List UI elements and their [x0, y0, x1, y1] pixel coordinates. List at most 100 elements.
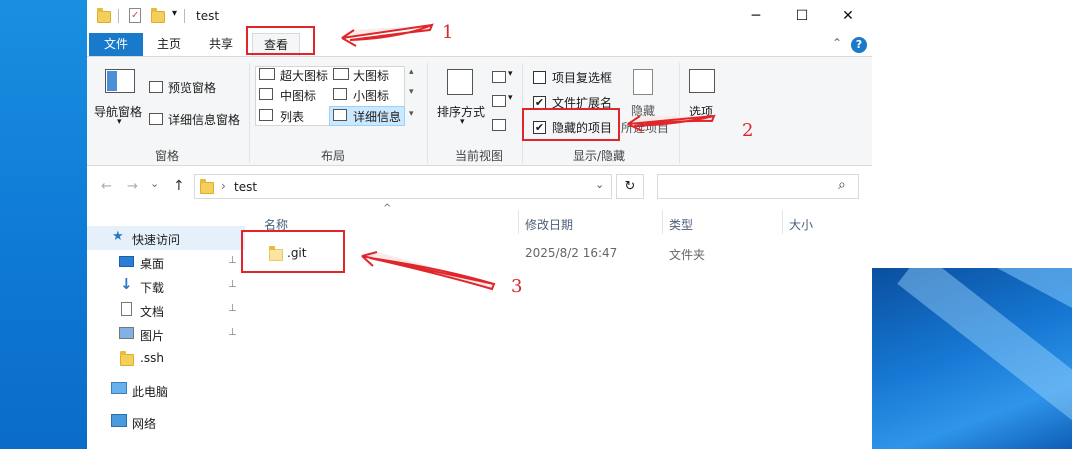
sort-by-button[interactable]: 排序方式 ▾	[433, 69, 493, 133]
options-icon	[689, 69, 715, 93]
add-columns-icon[interactable]	[492, 95, 506, 107]
nav-pane-dropdown-icon: ▾	[117, 117, 122, 127]
nav-item-pictures[interactable]: 图片 ⊥	[87, 322, 245, 346]
title-separator	[184, 9, 185, 23]
details-pane-button[interactable]: 详细信息窗格	[168, 111, 240, 128]
sort-indicator-icon: ^	[383, 203, 392, 214]
tab-share[interactable]: 共享	[203, 33, 239, 56]
item-checkboxes-label: 项目复选框	[552, 71, 613, 85]
help-icon[interactable]: ?	[851, 37, 867, 53]
download-icon: ↓	[120, 275, 133, 293]
forward-button[interactable]: →	[127, 179, 138, 194]
tab-home[interactable]: 主页	[151, 33, 187, 56]
hide-selected-label-bottom[interactable]: 所选项目	[621, 119, 669, 136]
nav-network-label: 网络	[132, 417, 157, 431]
title-bar: ✓ ▾ test ─ ☐ ✕	[87, 0, 872, 32]
small-icons-option[interactable]: 小图标	[353, 87, 389, 104]
nav-item-documents[interactable]: 文档 ⊥	[87, 298, 245, 322]
refresh-button[interactable]: ↻	[616, 174, 644, 199]
navigation-pane: ★ 快速访问 桌面 ⊥ ↓ 下载 ⊥ 文档 ⊥ 图片 ⊥ .ssh 此电脑 网络	[87, 210, 245, 449]
large-icons-icon	[333, 68, 349, 80]
pin-icon: ⊥	[228, 327, 237, 338]
layout-scroll-up-icon[interactable]: ▴	[409, 67, 414, 77]
layout-expand-icon[interactable]: ▾	[409, 109, 414, 119]
tab-file[interactable]: 文件	[89, 33, 143, 56]
nav-network[interactable]: 网络	[87, 410, 245, 434]
details-option[interactable]: 详细信息	[353, 108, 401, 125]
desktop-background-right	[872, 268, 1072, 449]
ribbon-collapse-icon[interactable]: ⌃	[832, 36, 842, 50]
nav-item-downloads[interactable]: ↓ 下载 ⊥	[87, 274, 245, 298]
computer-icon	[111, 382, 127, 394]
close-button[interactable]: ✕	[825, 0, 871, 32]
back-button[interactable]: ←	[101, 179, 112, 194]
column-divider[interactable]	[782, 210, 783, 234]
ribbon-view: 导航窗格 ▾ 预览窗格 详细信息窗格 窗格 超大图标 大图标 中图标 小图标 列…	[87, 56, 872, 166]
desktop-icon	[119, 256, 134, 267]
nav-item-label: 下载	[140, 281, 165, 295]
sort-by-icon	[447, 69, 473, 95]
file-explorer-window: ✓ ▾ test ─ ☐ ✕ 文件 主页 共享 查看 ⌃ ? 导航窗格 ▾ 预览…	[87, 0, 872, 449]
annotation-number-1: 1	[442, 22, 454, 43]
properties-icon[interactable]: ✓	[129, 8, 141, 23]
annotation-box-hidden-items	[522, 108, 620, 141]
file-modified: 2025/8/2 16:47	[525, 246, 618, 260]
medium-icons-icon	[259, 88, 273, 100]
desktop-background-left	[0, 0, 87, 449]
preview-pane-icon	[149, 81, 163, 93]
nav-this-pc[interactable]: 此电脑	[87, 378, 245, 402]
minimize-button[interactable]: ─	[733, 0, 779, 32]
annotation-box-git-folder	[241, 230, 345, 273]
group-by-dropdown-icon[interactable]: ▾	[508, 69, 513, 79]
hide-selected-label-top[interactable]: 隐藏	[631, 102, 655, 119]
preview-pane-button[interactable]: 预览窗格	[168, 79, 216, 96]
list-option[interactable]: 列表	[280, 108, 304, 125]
medium-icons-option[interactable]: 中图标	[280, 87, 316, 104]
recent-locations-button[interactable]: ⌄	[150, 177, 159, 190]
list-icon	[259, 109, 273, 121]
star-icon: ★	[112, 229, 124, 244]
search-input[interactable]: ⌕	[657, 174, 859, 199]
address-path-segment[interactable]: test	[234, 180, 257, 194]
pin-icon: ⊥	[228, 279, 237, 290]
size-columns-icon[interactable]	[492, 119, 506, 131]
nav-item-label: 桌面	[140, 257, 165, 271]
details-pane-icon	[149, 113, 163, 125]
window-title: test	[196, 9, 220, 23]
column-header-modified[interactable]: 修改日期	[525, 216, 573, 233]
options-button[interactable]: 选项	[683, 69, 723, 129]
nav-item-label: .ssh	[140, 351, 164, 365]
maximize-button[interactable]: ☐	[779, 0, 825, 32]
nav-pane-button[interactable]: 导航窗格 ▾	[93, 69, 149, 129]
column-divider[interactable]	[518, 210, 519, 234]
add-columns-dropdown-icon[interactable]: ▾	[508, 93, 513, 103]
ribbon-separator	[427, 63, 428, 163]
column-header-type[interactable]: 类型	[669, 216, 693, 233]
nav-quick-access[interactable]: ★ 快速访问	[87, 226, 245, 250]
item-checkboxes-checkbox[interactable]	[533, 71, 546, 84]
nav-item-label: 文档	[140, 305, 165, 319]
group-by-icon[interactable]	[492, 71, 506, 83]
small-icons-icon	[333, 88, 347, 100]
customize-quick-access-icon[interactable]: ▾	[172, 8, 177, 19]
large-icons-option[interactable]: 大图标	[353, 67, 389, 84]
options-label: 选项	[689, 105, 714, 119]
details-icon	[333, 109, 347, 121]
extra-large-icons-option[interactable]: 超大图标	[280, 67, 328, 84]
annotation-number-3: 3	[511, 276, 523, 297]
search-icon: ⌕	[838, 177, 846, 193]
column-divider[interactable]	[662, 210, 663, 234]
address-input[interactable]: › test ⌄	[194, 174, 612, 199]
up-button[interactable]: ↑	[173, 178, 185, 194]
group-label-layout: 布局	[320, 149, 345, 163]
column-header-size[interactable]: 大小	[789, 216, 813, 233]
nav-item-ssh[interactable]: .ssh	[87, 346, 245, 370]
address-dropdown-icon[interactable]: ⌄	[595, 178, 604, 191]
extra-large-icons-icon	[259, 68, 275, 80]
nav-item-desktop[interactable]: 桌面 ⊥	[87, 250, 245, 274]
nav-item-label: 图片	[140, 329, 165, 343]
file-type: 文件夹	[669, 248, 706, 262]
layout-scroll-down-icon[interactable]: ▾	[409, 87, 414, 97]
group-label-show-hide: 显示/隐藏	[572, 149, 626, 163]
group-label-panes: 窗格	[154, 149, 179, 163]
